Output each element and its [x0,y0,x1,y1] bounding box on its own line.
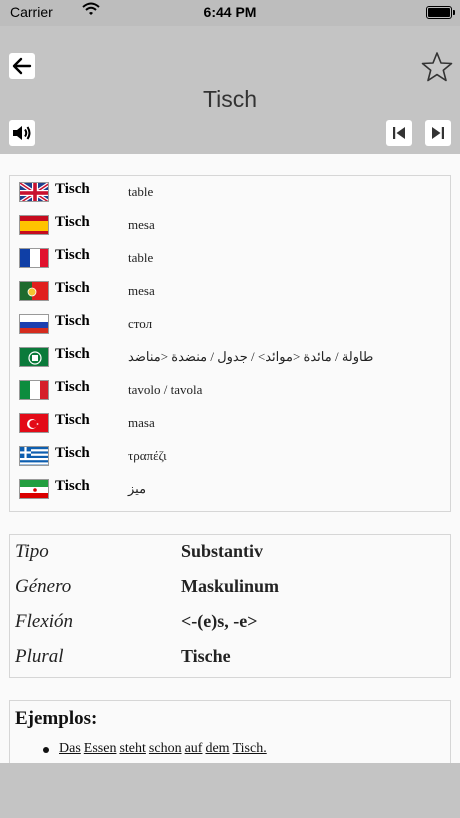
turkey-flag-icon [19,413,49,433]
grammar-value: Substantiv [181,541,264,561]
grammar-row-gender: Género Maskulinum [10,570,450,605]
example-word-link[interactable]: steht [119,741,145,756]
previous-word-button[interactable] [386,120,412,146]
source-word: Tisch [55,181,90,197]
example-word-link[interactable]: schon [149,741,182,756]
france-flag-icon [19,248,49,268]
translation-row-fr: Tisch table [10,242,450,275]
grammar-row-inflection: Flexión <-(e)s, -e> [10,605,450,640]
translation-text: table [128,250,154,265]
translation-text: tavolo / tavola [128,382,203,397]
status-bar: Carrier 6:44 PM [0,0,460,26]
example-sentence: Das Essen steht schon auf dem Tisch. [59,741,270,757]
arab-league-flag-icon [19,347,49,367]
translations-table: Tisch table Tisch mesa Tisch table Tisch… [9,175,451,512]
grammar-table: Tipo Substantiv Género Maskulinum Flexió… [9,534,451,678]
uk-flag-icon [19,182,49,202]
skip-next-icon [432,127,444,139]
example-word-link[interactable]: Essen [84,741,117,756]
examples-section: Ejemplos: Das Essen steht schon auf dem Tisch. [9,700,451,763]
back-button[interactable] [9,53,35,79]
translation-row-ru: Tisch стол [10,308,450,341]
word-header: Tisch [0,26,460,154]
source-word: Tisch [55,247,90,263]
portugal-flag-icon [19,281,49,301]
skip-previous-icon [393,127,405,139]
source-word: Tisch [55,412,90,428]
source-word: Tisch [55,379,90,395]
source-word: Tisch [55,346,90,362]
grammar-row-plural: Plural Tische [10,640,450,675]
translation-row-tr: Tisch masa [10,407,450,440]
grammar-row-type: Tipo Substantiv [10,535,450,570]
grammar-label: Plural [15,646,64,667]
word-detail: Tisch table Tisch mesa Tisch table Tisch… [0,154,460,763]
source-word: Tisch [55,313,90,329]
translation-row-en: Tisch table [10,176,450,209]
grammar-label: Género [15,576,72,597]
grammar-value: Maskulinum [181,576,280,596]
battery-icon [426,6,455,19]
translation-row-es: Tisch mesa [10,209,450,242]
translation-text: mesa [128,283,155,298]
source-word: Tisch [55,280,90,296]
translation-text: τραπέζι [128,448,167,463]
spain-flag-icon [19,215,49,235]
bottom-bar [0,763,460,818]
translation-text: стол [128,316,153,331]
translation-row-el: Tisch τραπέζι [10,440,450,473]
favorite-button[interactable] [421,51,453,83]
grammar-label: Flexión [15,611,74,632]
source-word: Tisch [55,445,90,461]
example-word-link[interactable]: dem [205,741,229,756]
russia-flag-icon [19,314,49,334]
star-icon [421,52,453,82]
translation-row-it: Tisch tavolo / tavola [10,374,450,407]
next-word-button[interactable] [425,120,451,146]
iran-flag-icon [19,479,49,499]
examples-heading: Ejemplos: [15,708,98,729]
translation-text: mesa [128,217,155,232]
translation-text: masa [128,415,155,430]
bullet-icon [43,747,49,753]
speaker-icon [13,126,31,140]
example-word-link[interactable]: Das [59,741,81,756]
translation-text: میز [128,481,147,496]
grammar-value: <-(e)s, -e> [181,611,258,631]
source-word: Tisch [55,214,90,230]
greece-flag-icon [19,446,49,466]
grammar-value: Tische [181,646,231,666]
arrow-left-icon [12,57,32,75]
audio-button[interactable] [9,120,35,146]
translation-row-fa: Tisch میز [10,473,450,506]
example-word-link[interactable]: Tisch. [233,741,267,756]
grammar-label: Tipo [15,541,49,562]
translation-row-ar: Tisch طاولة / مائدة <موائد> / جدول / منض… [10,341,450,374]
example-word-link[interactable]: auf [185,741,203,756]
italy-flag-icon [19,380,49,400]
translation-row-pt: Tisch mesa [10,275,450,308]
source-word: Tisch [55,478,90,494]
translation-text: table [128,184,154,199]
page-title: Tisch [202,86,258,112]
translation-text: طاولة / مائدة <موائد> / جدول / منضدة <من… [128,349,374,364]
clock: 6:44 PM [203,4,257,20]
